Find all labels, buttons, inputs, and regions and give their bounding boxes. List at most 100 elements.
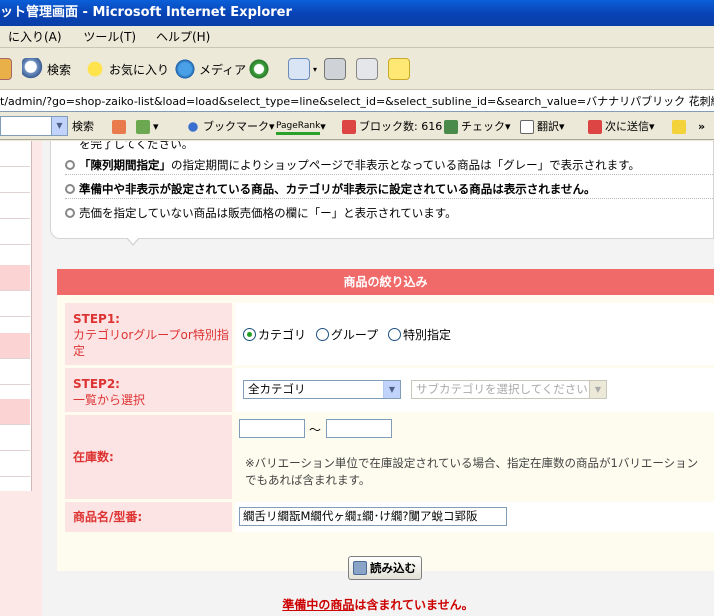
nav-row[interactable] <box>0 333 30 359</box>
history-button[interactable] <box>248 56 273 82</box>
bullet-icon <box>65 160 75 170</box>
blocked-count-label: ブロック数: 616 <box>359 120 443 133</box>
type-radio-group: カテゴリ グループ 特別指定 <box>243 326 451 343</box>
nav-row[interactable] <box>0 425 30 451</box>
popup-blocker-icon <box>342 120 356 134</box>
translate-icon <box>520 120 534 134</box>
stock-min-input[interactable] <box>239 419 305 438</box>
search-icon <box>22 58 44 80</box>
warning-text: 準備中の商品は含まれていません。 <box>42 596 714 613</box>
edit-icon <box>356 58 378 80</box>
range-separator: 〜 <box>309 423 322 437</box>
search-label: 検索 <box>47 62 72 77</box>
print-button[interactable] <box>324 56 349 82</box>
step1-label: STEP1: カテゴリorグループor特別指定 <box>65 303 232 365</box>
menu-help[interactable]: ヘルプ(H) <box>148 26 218 48</box>
nav-row[interactable] <box>0 265 30 291</box>
stock-note: ※バリエーション単位で在庫設定されている場合、指定在庫数の商品が1バリエーション… <box>245 456 699 487</box>
chevron-down-icon: ▾ <box>313 64 318 74</box>
pagerank-button[interactable]: PageRank ▾ <box>276 118 326 136</box>
google-search-button[interactable]: 検索 <box>72 118 94 136</box>
chevron-down-icon[interactable]: ▼ <box>51 117 67 135</box>
translate-label: 翻訳 <box>537 120 559 133</box>
note-icon <box>388 58 410 80</box>
nav-row[interactable] <box>0 141 30 167</box>
stock-max-input[interactable] <box>326 419 392 438</box>
note-bold: 「陳列期間指定」 <box>79 158 171 172</box>
radio-special[interactable]: 特別指定 <box>387 328 451 342</box>
edit-button[interactable] <box>356 56 381 82</box>
note-partial: を完了してください。 <box>79 141 194 151</box>
stock-label: 在庫数: <box>65 415 232 499</box>
highlight-button[interactable] <box>672 118 689 136</box>
spellcheck-button[interactable]: チェック ▾ <box>444 118 511 136</box>
google-menu-button[interactable]: ▾ <box>136 118 159 136</box>
product-name-cell: 繝舌リ繝翫Μ繝代ヶ繝ｪ繝･け繝?闃ア蛻コ郢阪 <box>235 502 714 532</box>
translate-button[interactable]: 翻訳 ▾ <box>520 118 565 136</box>
printer-icon <box>324 58 346 80</box>
google-options-button[interactable] <box>112 118 129 136</box>
category-select-value: 全カテゴリ <box>248 382 306 396</box>
nav-row[interactable] <box>0 193 30 219</box>
category-select[interactable]: 全カテゴリ ▼ <box>243 380 401 399</box>
stock-title: 在庫数: <box>73 450 114 464</box>
send-to-label: 次に送信 <box>605 120 649 133</box>
step1-row: STEP1: カテゴリorグループor特別指定 カテゴリ グループ 特別指定 <box>65 303 714 365</box>
mail-icon <box>288 58 310 80</box>
google-search-input[interactable]: ▼ <box>0 116 68 136</box>
note-text: の指定期間によりショップページで非表示となっている商品は「グレー」で表示されます… <box>171 158 640 172</box>
radio-icon <box>315 328 329 341</box>
nav-row[interactable] <box>0 451 30 477</box>
left-sidebar <box>0 141 42 616</box>
favorites-label: お気に入り <box>109 62 170 77</box>
nav-row[interactable] <box>0 359 30 385</box>
nav-row[interactable] <box>0 399 30 425</box>
bookmark-button[interactable]: ブックマーク ▾ <box>186 118 275 136</box>
load-icon <box>353 561 367 575</box>
google-search-label: 検索 <box>72 120 94 133</box>
step1-options: カテゴリ グループ 特別指定 <box>235 303 714 365</box>
note-text: 売価を指定していない商品は販売価格の欄に「ー」と表示されています。 <box>79 206 457 220</box>
bookmark-label: ブックマーク <box>203 120 269 133</box>
chevron-down-icon[interactable]: ▼ <box>383 381 400 398</box>
step2-desc: 一覧から選択 <box>73 393 146 407</box>
step2-selects: 全カテゴリ ▼ サブカテゴリを選択してください ▼ <box>235 368 714 412</box>
home-button[interactable] <box>0 56 15 82</box>
home-icon <box>0 58 12 80</box>
page-content: を完了してください。 「陳列期間指定」の指定期間によりショップページで非表示とな… <box>0 141 714 616</box>
nav-row[interactable] <box>0 219 30 245</box>
favorites-button[interactable]: お気に入り <box>84 56 169 82</box>
step1-title: STEP1: <box>73 312 120 326</box>
address-bar[interactable]: t/admin/?go=shop-zaiko-list&load=load&se… <box>0 90 714 112</box>
send-to-button[interactable]: 次に送信 ▾ <box>588 118 655 136</box>
radio-group[interactable]: グループ <box>315 328 378 342</box>
ie-toolbar: 検索 お気に入り メディア ▾ <box>0 48 714 90</box>
spellcheck-label: チェック <box>461 120 505 133</box>
radio-category[interactable]: カテゴリ <box>243 328 306 342</box>
star-icon <box>186 120 200 134</box>
address-url: t/admin/?go=shop-zaiko-list&load=load&se… <box>0 95 714 108</box>
step1-desc: カテゴリorグループor特別指定 <box>73 328 229 358</box>
toolbar-overflow-button[interactable]: » <box>698 118 705 136</box>
radio-checked-icon <box>243 328 256 341</box>
product-name-title: 商品名/型番: <box>73 510 143 524</box>
nav-row[interactable] <box>0 291 30 317</box>
product-name-input[interactable]: 繝舌リ繝翫Μ繝代ヶ繝ｪ繝･け繝?闃ア蛻コ郢阪 <box>239 507 507 526</box>
menu-tools[interactable]: ツール(T) <box>75 26 144 48</box>
chevron-down-icon: ▼ <box>589 381 606 398</box>
send-icon <box>588 120 602 134</box>
load-button[interactable]: 読み込む <box>348 556 422 580</box>
spellcheck-icon <box>444 120 458 134</box>
warning-emphasis: 準備中の商品 <box>282 598 355 612</box>
filter-heading: 商品の絞り込み <box>57 269 714 295</box>
menu-favorites[interactable]: に入り(A) <box>0 26 70 48</box>
popup-blocker-button[interactable]: ブロック数: 616 <box>342 118 442 136</box>
note-button[interactable] <box>388 56 413 82</box>
nav-row[interactable] <box>0 167 30 193</box>
load-button-label: 読み込む <box>370 561 416 575</box>
search-button[interactable]: 検索 <box>22 56 71 82</box>
media-button[interactable]: メディア <box>174 56 246 82</box>
subcategory-select: サブカテゴリを選択してください ▼ <box>411 380 607 399</box>
stock-cell: 〜 ※バリエーション単位で在庫設定されている場合、指定在庫数の商品が1バリエーシ… <box>235 415 714 499</box>
mail-button[interactable]: ▾ <box>288 56 317 82</box>
